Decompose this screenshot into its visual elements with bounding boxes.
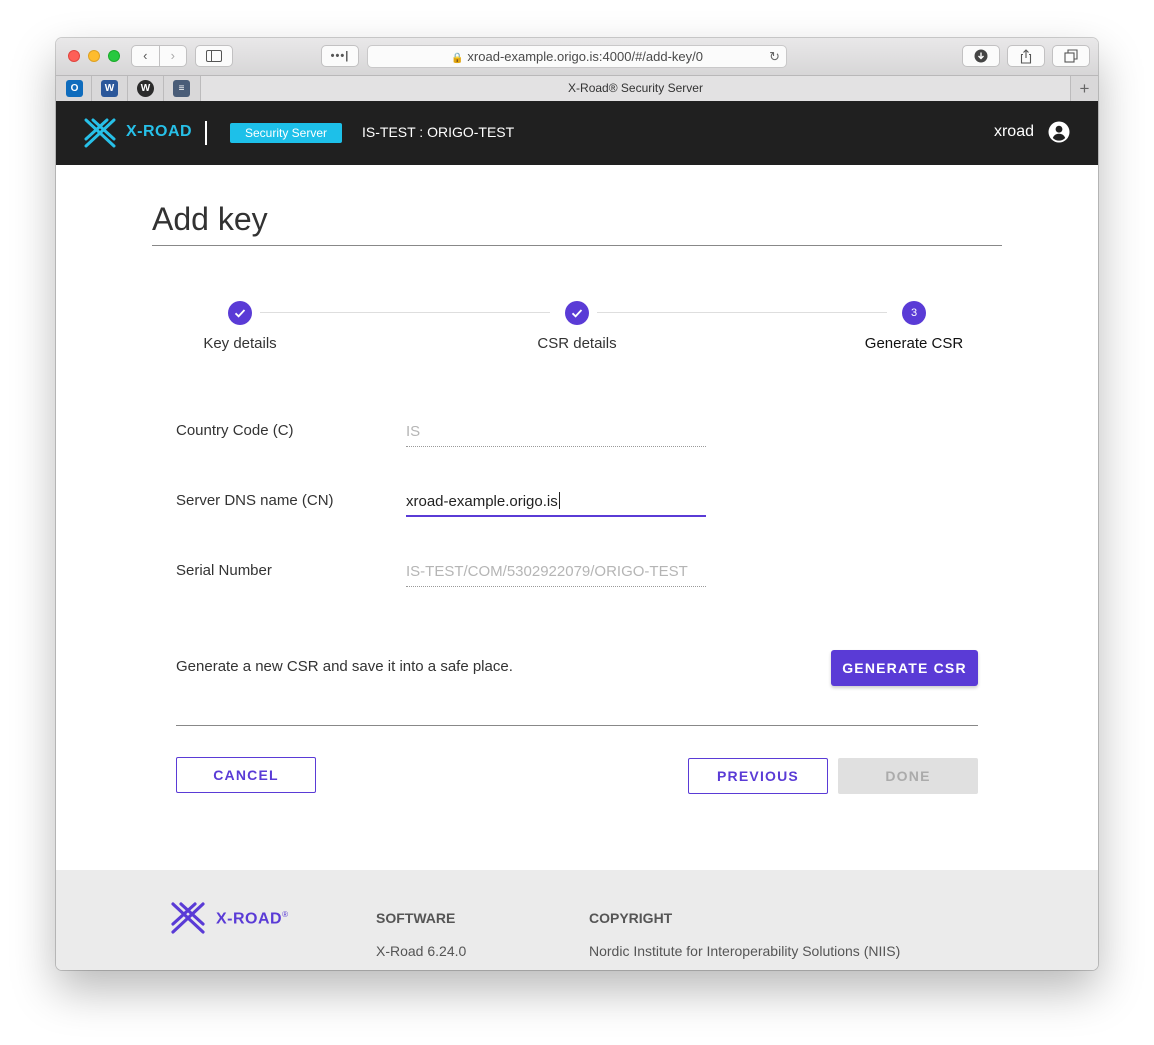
page-title: Add key [152, 201, 268, 237]
software-heading: SOFTWARE [376, 910, 456, 926]
generate-hint: Generate a new CSR and save it into a sa… [176, 658, 513, 675]
new-tab-button[interactable]: + [1070, 76, 1098, 101]
history-nav: ‹ › [131, 45, 187, 67]
word-icon[interactable]: W [101, 80, 118, 97]
server-dns-label: Server DNS name (CN) [176, 492, 334, 509]
server-dns-value: xroad-example.origo.is [406, 493, 558, 510]
security-server-badge: Security Server [230, 123, 342, 143]
tab-overview-button[interactable] [1052, 45, 1090, 67]
step-label-generate-csr: Generate CSR [864, 335, 964, 352]
footer-brand: X-ROAD® [216, 910, 289, 928]
footer-xroad-logo-icon [171, 902, 205, 934]
minimize-window-button[interactable] [88, 50, 100, 62]
previous-button[interactable]: PREVIOUS [688, 758, 828, 794]
outlook-icon[interactable]: O [66, 80, 83, 97]
xroad-logo-icon[interactable] [83, 117, 117, 149]
actions-divider [176, 725, 978, 726]
lock-icon: 🔒 [450, 53, 464, 64]
user-menu-label[interactable]: xroad [994, 123, 1034, 141]
bookmark-divider [163, 76, 164, 101]
reload-icon[interactable]: ↻ [769, 46, 780, 67]
registered-mark: ® [282, 910, 289, 919]
bookmark-divider [127, 76, 128, 101]
sidebar-toggle-button[interactable] [195, 45, 233, 67]
app-header: X-ROAD Security Server IS-TEST : ORIGO-T… [56, 101, 1098, 165]
brand-name: X-ROAD [126, 123, 193, 140]
step-3-number: 3 [902, 301, 926, 325]
serial-number-label: Serial Number [176, 562, 272, 579]
software-version: X-Road 6.24.0 [376, 943, 467, 959]
browser-toolbar: ‹ › •••| 🔒 xroad-example.origo.is:4000/#/… [56, 38, 1098, 76]
stepper-connector [597, 312, 887, 313]
zoom-window-button[interactable] [108, 50, 120, 62]
downloads-button[interactable] [962, 45, 1000, 67]
copyright-text: Nordic Institute for Interoperability So… [589, 943, 901, 959]
url-text: xroad-example.origo.is:4000/#/add-key/0 [467, 49, 704, 64]
active-tab[interactable]: X-Road® Security Server [201, 76, 1070, 101]
workplace-icon[interactable]: W [137, 80, 154, 97]
share-icon [1020, 49, 1032, 64]
copyright-heading: COPYRIGHT [589, 910, 673, 926]
close-window-button[interactable] [68, 50, 80, 62]
tabs-icon [1064, 49, 1078, 63]
step-label-csr-details: CSR details [537, 335, 617, 352]
download-icon [974, 49, 988, 63]
account-icon[interactable] [1048, 121, 1070, 143]
done-button: DONE [838, 758, 978, 794]
server-identifier: IS-TEST : ORIGO-TEST [362, 124, 515, 140]
country-code-label: Country Code (C) [176, 422, 294, 439]
step-label-key-details: Key details [203, 335, 277, 352]
generate-csr-button[interactable]: GENERATE CSR [831, 650, 978, 686]
bookmark-divider [91, 76, 92, 101]
share-button[interactable] [1007, 45, 1045, 67]
header-divider [205, 121, 207, 145]
tab-bar: O W W ≡ X-Road® Security Server + [56, 76, 1098, 102]
tasks-icon[interactable]: ≡ [173, 80, 190, 97]
back-icon[interactable]: ‹ [132, 46, 160, 66]
address-bar[interactable]: 🔒 xroad-example.origo.is:4000/#/add-key/0… [367, 45, 787, 68]
footer-brand-name: X-ROAD [216, 910, 283, 928]
cancel-button[interactable]: CANCEL [176, 757, 316, 793]
page-footer: X-ROAD® SOFTWARE X-Road 6.24.0 COPYRIGHT… [56, 870, 1098, 970]
country-code-field: IS [406, 421, 706, 447]
serial-number-field: IS-TEST/COM/5302922079/ORIGO-TEST [406, 561, 706, 587]
extensions-button[interactable]: •••| [321, 45, 359, 67]
title-divider [152, 245, 1002, 246]
browser-window: ‹ › •••| 🔒 xroad-example.origo.is:4000/#/… [56, 38, 1098, 970]
stepper-connector [260, 312, 550, 313]
server-dns-input[interactable]: xroad-example.origo.is [406, 491, 706, 517]
step-2-complete-icon [565, 301, 589, 325]
sidebar-icon [206, 50, 222, 62]
text-caret [558, 492, 560, 509]
main-content: Add key Key details CSR details 3 Genera… [56, 165, 1098, 870]
step-1-complete-icon [228, 301, 252, 325]
forward-icon[interactable]: › [160, 46, 187, 66]
